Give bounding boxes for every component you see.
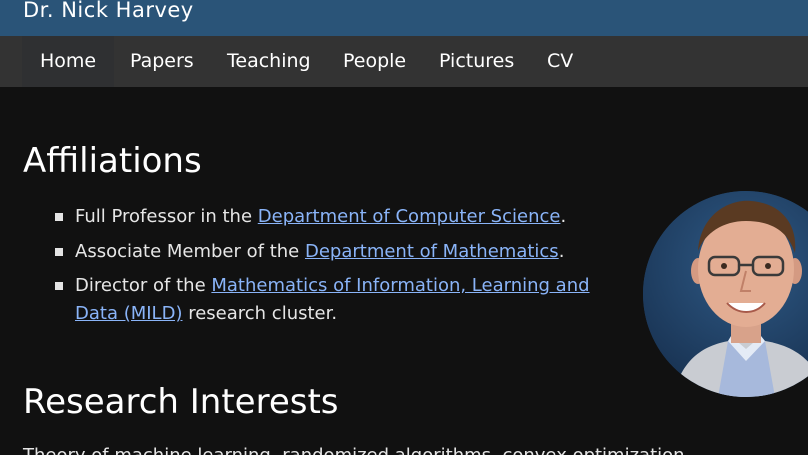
affiliation-item-2: Associate Member of the Department of Ma… [75,240,564,264]
site-title[interactable]: Dr. Nick Harvey [23,0,194,24]
navbar: Home Papers Teaching People Pictures CV [0,36,808,87]
link-mild-line-1[interactable]: Mathematics of Information, Learning and [211,275,589,296]
affiliation-item-2-text: Associate Member of the [75,241,305,262]
bullet-icon [55,282,63,290]
nav-item-pictures[interactable]: Pictures [439,36,514,87]
affiliation-item-1-post: . [560,206,567,227]
nav-item-home[interactable]: Home [22,36,115,87]
page: Dr. Nick Harvey Home Papers Teaching Peo… [0,0,808,455]
site-header: Dr. Nick Harvey [0,0,808,36]
nav-item-people[interactable]: People [343,36,406,87]
nav-item-papers[interactable]: Papers [130,36,194,87]
affiliation-item-3-line-1: Director of the Mathematics of Informati… [75,274,590,298]
affiliation-item-3-post: research cluster. [182,303,338,324]
bullet-icon [55,213,63,221]
bullet-icon [55,248,63,256]
research-heading: Research Interests [23,382,339,422]
affiliation-item-3-line-2: Data (MILD) research cluster. [75,302,337,326]
nav-item-teaching[interactable]: Teaching [227,36,311,87]
link-computer-science[interactable]: Department of Computer Science [258,206,561,227]
affiliations-heading: Affiliations [23,141,202,181]
affiliation-item-1: Full Professor in the Department of Comp… [75,205,566,229]
link-mathematics[interactable]: Department of Mathematics [305,241,559,262]
research-text: Theory of machine learning, randomized a… [23,444,685,455]
link-mild-line-2[interactable]: Data (MILD) [75,303,182,324]
affiliation-item-3-text: Director of the [75,275,212,296]
affiliation-item-2-post: . [558,241,565,262]
nav-item-cv[interactable]: CV [547,36,573,87]
profile-photo [643,191,808,397]
affiliation-item-1-text: Full Professor in the [75,206,258,227]
